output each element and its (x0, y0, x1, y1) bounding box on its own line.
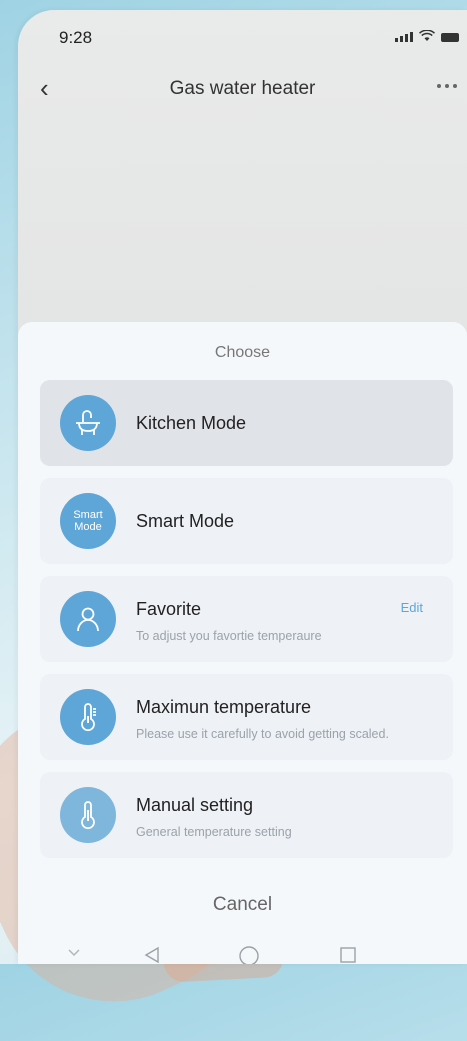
option-label: Kitchen Mode (136, 413, 247, 433)
smart-mode-icon: Smart Mode (60, 493, 116, 549)
option-subtitle: To adjust you favortie temperaure (136, 629, 322, 643)
option-kitchen-mode[interactable]: Kitchen Mode (40, 380, 453, 466)
status-icons (395, 30, 459, 42)
battery-icon (441, 33, 459, 42)
person-icon (60, 591, 116, 647)
home-circle-icon[interactable] (238, 945, 260, 964)
option-label: Maximun temperature (136, 697, 312, 717)
more-options-icon[interactable] (437, 84, 457, 88)
status-time: 9:28 (59, 28, 93, 47)
option-subtitle: General temperature setting (136, 825, 292, 839)
wifi-icon (419, 30, 435, 41)
sheet-title: Choose (214, 344, 271, 361)
chevron-down-icon[interactable] (66, 945, 82, 961)
edit-favorite-link[interactable]: Edit (401, 600, 423, 615)
option-label: Smart Mode (136, 511, 235, 531)
option-manual-setting[interactable]: Manual setting General temperature setti… (40, 772, 453, 858)
cancel-button[interactable]: Cancel (18, 894, 467, 916)
option-maximum-temperature[interactable]: Maximun temperature Please use it carefu… (40, 674, 453, 760)
thermometer-icon (60, 689, 116, 745)
option-favorite[interactable]: Favorite To adjust you favortie temperau… (40, 576, 453, 662)
smart-mode-icon-text: Smart Mode (73, 509, 103, 533)
option-label: Manual setting (136, 795, 254, 815)
option-label: Favorite (136, 599, 202, 619)
faucet-icon (60, 395, 116, 451)
system-navigation-bar (18, 937, 467, 964)
thermometer-icon (60, 787, 116, 843)
status-bar: 9:28 (18, 10, 467, 58)
back-triangle-icon[interactable] (142, 945, 162, 964)
phone-screen: 9:28 ‹ Gas water heater Choose Kitchen M… (18, 10, 467, 964)
mode-chooser-sheet: Choose Kitchen Mode Smart Mode Smart Mod… (18, 322, 467, 964)
signal-icon (395, 32, 413, 42)
header-bar: ‹ Gas water heater (18, 72, 467, 112)
option-smart-mode[interactable]: Smart Mode Smart Mode (40, 478, 453, 564)
option-subtitle: Please use it carefully to avoid getting… (136, 727, 389, 741)
recents-square-icon[interactable] (338, 945, 358, 964)
page-title: Gas water heater (169, 78, 316, 99)
